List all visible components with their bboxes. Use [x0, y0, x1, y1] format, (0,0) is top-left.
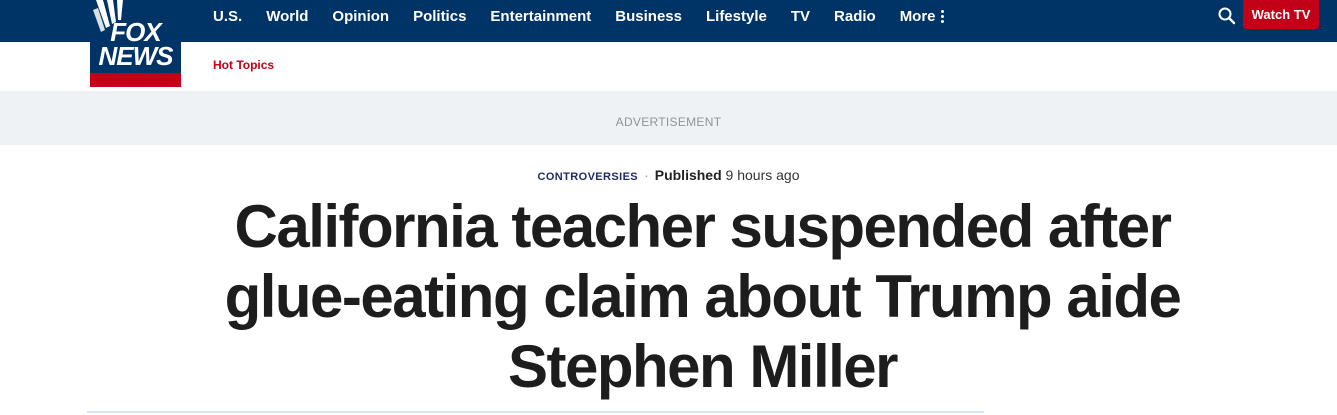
nav-item-tv[interactable]: TV — [791, 8, 810, 25]
published-label: Published — [654, 167, 722, 183]
secondary-nav-bar — [0, 42, 1337, 92]
more-dots-icon — [940, 9, 944, 23]
nav-item-politics[interactable]: Politics — [413, 8, 466, 25]
advertisement-label: ADVERTISEMENT — [615, 115, 722, 129]
nav-item-lifestyle[interactable]: Lifestyle — [706, 8, 767, 25]
article-meta: CONTROVERSIES · Published 9 hours ago — [0, 167, 1337, 183]
logo-red-strip — [90, 73, 181, 87]
nav-item-world[interactable]: World — [266, 8, 308, 25]
headline-divider — [87, 411, 984, 413]
search-icon[interactable] — [1217, 6, 1237, 26]
watch-tv-button[interactable]: Watch TV — [1243, 0, 1319, 29]
meta-separator: · — [644, 167, 649, 183]
nav-item-entertainment[interactable]: Entertainment — [490, 8, 591, 25]
logo-text-news: NEWS — [98, 41, 174, 71]
nav-item-radio[interactable]: Radio — [834, 8, 876, 25]
fox-news-logo[interactable]: FOX NEWS — [90, 0, 181, 87]
nav-more-menu[interactable]: More — [900, 8, 944, 25]
hot-topics-link[interactable]: Hot Topics — [213, 58, 274, 72]
published-time: 9 hours ago — [725, 167, 800, 183]
nav-item-business[interactable]: Business — [615, 8, 682, 25]
article-category-link[interactable]: CONTROVERSIES — [538, 171, 639, 183]
top-navigation-bar: U.S. World Opinion Politics Entertainmen… — [0, 0, 1337, 42]
nav-item-us[interactable]: U.S. — [213, 8, 242, 25]
nav-item-opinion[interactable]: Opinion — [332, 8, 389, 25]
main-nav: U.S. World Opinion Politics Entertainmen… — [213, 0, 968, 32]
article-headline: California teacher suspended after glue-… — [224, 193, 1182, 400]
nav-more-label: More — [899, 7, 936, 25]
